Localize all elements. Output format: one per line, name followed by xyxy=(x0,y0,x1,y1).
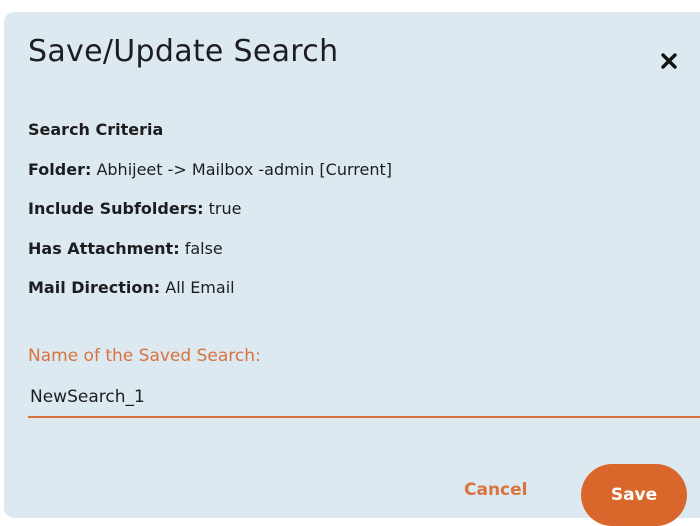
criteria-value: Abhijeet -> Mailbox -admin [Current] xyxy=(96,159,392,179)
criteria-label: Folder: xyxy=(28,159,92,179)
close-icon xyxy=(661,53,677,69)
criteria-heading: Search Criteria xyxy=(28,120,164,139)
criteria-label: Include Subfolders: xyxy=(28,199,204,218)
criteria-label: Mail Direction: xyxy=(28,278,161,297)
dialog-title: Save/Update Search xyxy=(28,34,339,69)
search-criteria: Search Criteria Folder: Abhijeet -> Mail… xyxy=(28,110,392,308)
save-search-dialog: Save/Update Search Search Criteria Folde… xyxy=(4,12,700,526)
criteria-row-folder: Folder: Abhijeet -> Mailbox -admin [Curr… xyxy=(28,150,392,190)
criteria-label: Has Attachment: xyxy=(28,238,180,258)
criteria-row-direction: Mail Direction: All Email xyxy=(28,268,392,308)
criteria-value: true xyxy=(208,199,242,218)
save-button[interactable]: Save xyxy=(581,464,687,526)
close-button[interactable] xyxy=(658,50,680,72)
criteria-row-attachment: Has Attachment: false xyxy=(28,229,392,269)
criteria-row-subfolders: Include Subfolders: true xyxy=(28,189,392,229)
criteria-value: All Email xyxy=(165,278,235,297)
criteria-value: false xyxy=(184,238,223,258)
cancel-button[interactable]: Cancel xyxy=(450,468,541,512)
saved-search-name-input[interactable] xyxy=(28,378,700,418)
saved-search-name-label: Name of the Saved Search: xyxy=(28,346,261,366)
